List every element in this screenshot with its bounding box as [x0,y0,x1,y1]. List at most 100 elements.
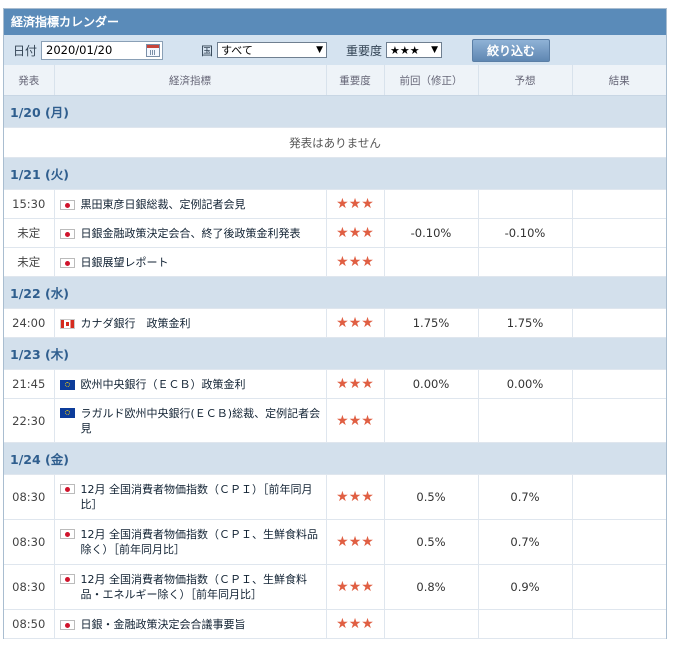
event-importance: ★★★ [326,474,385,520]
event-name: 日銀金融政策決定会合、終了後政策金利発表 [80,226,301,240]
date-heading: 1/20 (月) [4,95,666,128]
importance-label: 重要度 [346,43,383,58]
calendar-panel: 経済指標カレンダー 日付 2020/01/20 国 すべて ▼ 重要度 ★★★ … [3,8,667,639]
importance-select[interactable]: ★★★ ▼ [386,42,443,58]
event-previous: 0.00% [384,369,479,399]
event-time: 15:30 [4,189,55,219]
japan-flag-icon [59,200,75,210]
date-heading: 1/23 (木) [4,337,666,370]
event-name: 12月 全国消費者物価指数（ＣＰＩ、生鮮食料品・エネルギー除く）［前年同月比］ [80,573,308,601]
event-forecast: 1.75% [478,308,573,338]
event-result [572,398,666,443]
japan-flag-icon [59,574,75,584]
event-row: 08:50 日銀・金融政策決定会合議事要旨 ★★★ [4,609,666,639]
event-forecast: 0.7% [478,474,573,520]
chevron-down-icon: ▼ [431,45,439,55]
event-name: 12月 全国消費者物価指数（ＣＰＩ、生鮮食料品除く）［前年同月比］ [80,528,319,556]
event-previous: 0.5% [384,474,479,520]
event-result [572,564,666,610]
col-header-importance: 重要度 [326,65,385,96]
event-time: 08:30 [4,564,55,610]
date-input[interactable]: 2020/01/20 [41,40,164,60]
event-indicator: ラガルド欧州中央銀行(ＥＣＢ)総裁、定例記者会見 [54,398,327,443]
event-importance: ★★★ [326,369,385,399]
date-label: 日付 [13,43,38,58]
event-previous [384,189,479,219]
panel-title: 経済指標カレンダー [4,9,666,35]
event-importance: ★★★ [326,398,385,443]
date-value: 2020/01/20 [46,43,113,57]
event-forecast: 0.7% [478,519,573,565]
event-importance: ★★★ [326,609,385,639]
event-forecast [478,398,573,443]
event-result [572,218,666,248]
event-row: 15:30 黒田東彦日銀総裁、定例記者会見 ★★★ [4,189,666,219]
country-value: すべて [221,44,253,57]
date-heading: 1/21 (火) [4,157,666,190]
calendar-icon[interactable] [146,43,161,57]
event-indicator: 日銀展望レポート [54,247,327,277]
col-header-forecast: 予想 [478,65,573,96]
event-importance: ★★★ [326,218,385,248]
event-name: カナダ銀行 政策金利 [80,316,191,330]
eu-flag-icon [59,380,75,390]
event-row: 22:30 ラガルド欧州中央銀行(ＥＣＢ)総裁、定例記者会見 ★★★ [4,398,666,443]
eu-flag-icon [59,407,75,418]
event-result [572,308,666,338]
event-indicator: 12月 全国消費者物価指数（ＣＰＩ、生鮮食料品・エネルギー除く）［前年同月比］ [54,564,327,610]
event-result [572,189,666,219]
event-forecast: 0.00% [478,369,573,399]
table-header-row: 発表 経済指標 重要度 前回（修正） 予想 結果 [4,65,666,96]
event-result [572,609,666,639]
event-row: 08:30 12月 全国消費者物価指数（ＣＰＩ、生鮮食料品・エネルギー除く）［前… [4,564,666,610]
importance-value: ★★★ [390,43,420,57]
event-result [572,369,666,399]
event-forecast: 0.9% [478,564,573,610]
event-previous [384,609,479,639]
event-previous: 0.8% [384,564,479,610]
event-row: 未定 日銀金融政策決定会合、終了後政策金利発表 ★★★ -0.10% -0.10… [4,218,666,248]
col-header-previous: 前回（修正） [384,65,479,96]
col-header-indicator: 経済指標 [54,65,327,96]
country-label: 国 [201,43,214,58]
event-previous: 0.5% [384,519,479,565]
event-result [572,247,666,277]
event-time: 08:30 [4,519,55,565]
japan-flag-icon [59,258,75,268]
japan-flag-icon [59,620,75,630]
filter-bar: 日付 2020/01/20 国 すべて ▼ 重要度 ★★★ ▼ 絞り込む [4,35,666,65]
event-indicator: 欧州中央銀行（ＥＣＢ）政策金利 [54,369,327,399]
event-name: ラガルド欧州中央銀行(ＥＣＢ)総裁、定例記者会見 [80,406,321,435]
event-name: 日銀・金融政策決定会合議事要旨 [80,617,246,631]
event-forecast [478,609,573,639]
date-row: 1/21 (火) [4,157,666,190]
event-time: 24:00 [4,308,55,338]
event-previous [384,398,479,443]
date-row: 1/24 (金) [4,442,666,475]
canada-flag-icon [59,319,75,329]
event-forecast [478,247,573,277]
event-forecast: -0.10% [478,218,573,248]
date-row: 1/20 (月) [4,95,666,128]
col-header-time: 発表 [4,65,55,96]
events-table: 発表 経済指標 重要度 前回（修正） 予想 結果 1/20 (月) 発表はありま… [4,65,666,639]
event-time: 08:50 [4,609,55,639]
event-previous: -0.10% [384,218,479,248]
filter-submit-button[interactable]: 絞り込む [472,38,551,62]
empty-row: 発表はありません [4,127,666,158]
chevron-down-icon: ▼ [316,45,324,55]
date-row: 1/23 (木) [4,337,666,370]
event-time: 未定 [4,218,55,248]
date-row: 1/22 (水) [4,276,666,309]
event-time: 21:45 [4,369,55,399]
event-name: 日銀展望レポート [80,255,169,269]
country-select[interactable]: すべて ▼ [217,42,328,58]
event-row: 未定 日銀展望レポート ★★★ [4,247,666,277]
event-row: 21:45 欧州中央銀行（ＥＣＢ）政策金利 ★★★ 0.00% 0.00% [4,369,666,399]
event-name: 欧州中央銀行（ＥＣＢ）政策金利 [80,377,246,391]
event-importance: ★★★ [326,189,385,219]
date-heading: 1/24 (金) [4,442,666,475]
event-row: 24:00 カナダ銀行 政策金利 ★★★ 1.75% 1.75% [4,308,666,338]
event-name: 12月 全国消費者物価指数（ＣＰＩ）［前年同月比］ [80,483,313,511]
event-time: 未定 [4,247,55,277]
